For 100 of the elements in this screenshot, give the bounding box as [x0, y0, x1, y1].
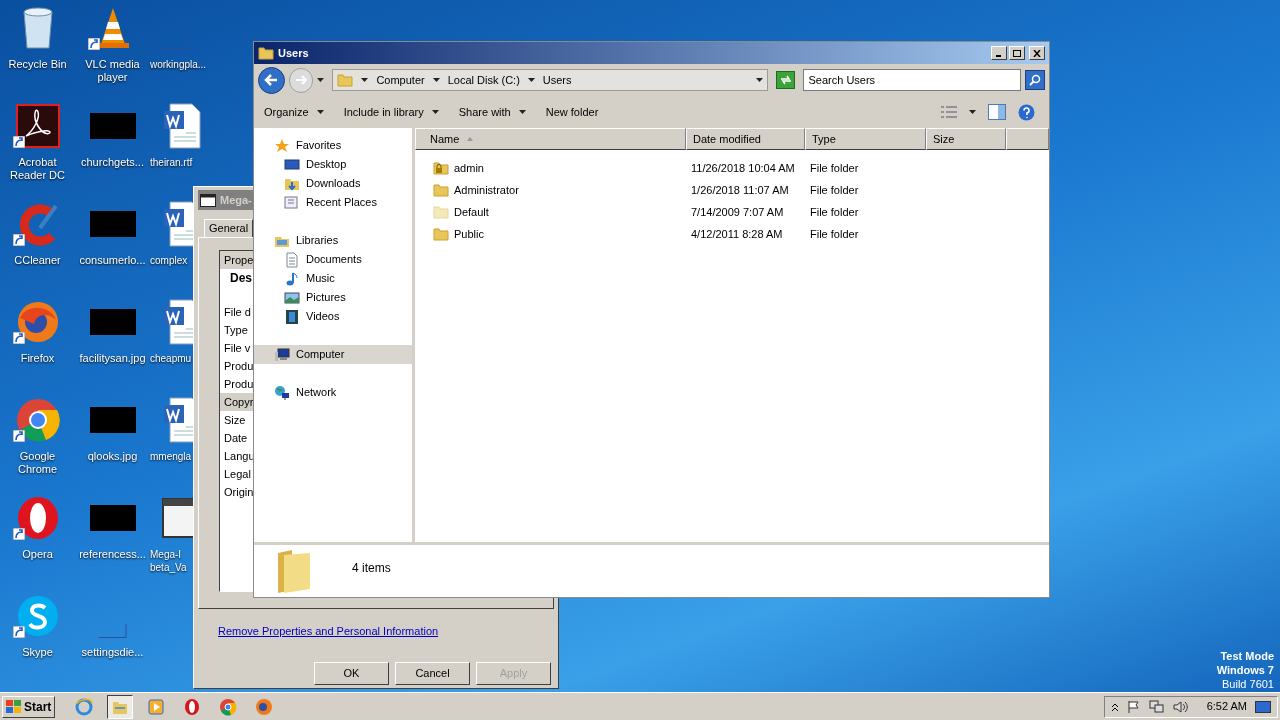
document-icon: [162, 103, 202, 149]
desktop-icon-label[interactable]: Recycle Bin: [8, 58, 67, 71]
network-icon[interactable]: [1148, 699, 1165, 714]
column-header[interactable]: Size: [926, 128, 1006, 150]
property-row[interactable]: File v: [220, 339, 254, 357]
nav-item[interactable]: Favorites: [254, 136, 412, 155]
property-row[interactable]: Produ: [220, 375, 254, 393]
desktop-icon-label[interactable]: Acrobat Reader DC: [1, 156, 74, 182]
remove-properties-link[interactable]: Remove Properties and Personal Information: [218, 623, 554, 640]
column-header[interactable]: Date modified: [686, 128, 805, 150]
desktop-icon-label[interactable]: mmengla: [150, 450, 190, 463]
desktop-icon-label[interactable]: consumerlo...: [79, 254, 146, 267]
image-thumbnail-icon: [89, 309, 136, 335]
nav-item[interactable]: Libraries: [254, 231, 412, 250]
nav-item[interactable]: Music: [254, 269, 412, 288]
nav-item[interactable]: Documents: [254, 250, 412, 269]
music-icon: [284, 270, 300, 287]
column-header[interactable]: Name: [415, 128, 686, 150]
chevron-up-icon[interactable]: [1110, 701, 1119, 712]
nav-item[interactable]: Desktop: [254, 155, 412, 174]
desktop-icon-label[interactable]: churchgets...: [81, 156, 144, 169]
volume-icon[interactable]: [1172, 699, 1189, 714]
flag-icon[interactable]: [1126, 699, 1141, 714]
file-row[interactable]: Default 7/14/2009 7:07 AM File folder: [415, 201, 1049, 223]
start-button[interactable]: Start: [2, 695, 56, 718]
breadcrumb-item[interactable]: Users: [542, 71, 572, 89]
desktop-icon-label[interactable]: Google Chrome: [1, 450, 74, 476]
folder-icon: [433, 182, 449, 198]
desktop-icon-label[interactable]: Opera: [22, 548, 53, 561]
item-count: 4 items: [352, 560, 391, 577]
property-row[interactable]: Produ: [220, 357, 254, 375]
opera-icon: [183, 697, 202, 716]
nav-item[interactable]: Videos: [254, 307, 412, 326]
file-row[interactable]: Administrator 1/26/2018 11:07 AM File folder: [415, 179, 1049, 201]
desktop-icon-label[interactable]: cheapmu: [150, 352, 190, 365]
nav-item[interactable]: Pictures: [254, 288, 412, 307]
tab[interactable]: General: [204, 219, 254, 237]
dialog-button[interactable]: OK: [314, 661, 389, 685]
toolbar-button[interactable]: Share with: [458, 103, 526, 121]
desktop-icon-label[interactable]: complex: [150, 254, 188, 267]
pictures-icon: [284, 289, 300, 306]
clock[interactable]: 6:52 AM: [1206, 698, 1247, 715]
nav-item[interactable]: Recent Places: [254, 193, 412, 212]
show-desktop-icon[interactable]: [1255, 700, 1271, 713]
desktop-icon-label[interactable]: Firefox: [20, 352, 55, 365]
search-field[interactable]: Search Users: [803, 69, 1022, 91]
firefox-icon: [15, 300, 60, 344]
property-row[interactable]: Copyr: [220, 393, 254, 411]
dialog-button[interactable]: Cancel: [395, 661, 470, 685]
type-cell-text: File folder: [809, 226, 860, 242]
desktop-icon-label[interactable]: CCleaner: [14, 254, 61, 267]
nav-item[interactable]: Computer: [254, 345, 412, 364]
folder-icon: [276, 549, 312, 593]
desktop-icon-label[interactable]: VLC media player: [76, 58, 149, 84]
image-thumbnail-icon: [89, 505, 136, 531]
back-button[interactable]: [258, 66, 285, 94]
help-icon[interactable]: [1018, 103, 1035, 121]
firefox-icon: [255, 697, 274, 716]
desktop-icon-label[interactable]: qlooks.jpg: [87, 450, 138, 463]
property-row[interactable]: File d: [220, 303, 254, 321]
breadcrumb-item[interactable]: Local Disk (C:): [447, 71, 520, 89]
date-cell-text: 4/12/2011 8:28 AM: [690, 226, 784, 242]
breadcrumb-item[interactable]: Computer: [376, 71, 425, 89]
desktop-icon-label[interactable]: settingsdie...: [81, 646, 144, 659]
property-row[interactable]: Date: [220, 429, 254, 447]
search-button[interactable]: [1025, 70, 1045, 90]
test-mode-text: Windows 7: [1216, 663, 1274, 677]
refresh-button[interactable]: [775, 71, 796, 89]
toolbar-button[interactable]: Organize: [264, 103, 324, 121]
property-row[interactable]: Legal: [220, 465, 254, 483]
toolbar-button[interactable]: New folder: [545, 103, 599, 121]
preview-pane-icon[interactable]: [988, 104, 1006, 120]
desktop-icon-label[interactable]: Skype: [22, 646, 53, 659]
desktop-icon-label[interactable]: facilitysan.jpg: [79, 352, 146, 365]
nav-item[interactable]: Network: [254, 383, 412, 402]
minimize-button[interactable]: [991, 46, 1007, 60]
window-icon: [200, 193, 216, 207]
property-row[interactable]: Origin: [220, 483, 254, 501]
media-icon: [147, 697, 166, 716]
toolbar-button[interactable]: Include in library: [343, 103, 439, 121]
property-row[interactable]: Type: [220, 321, 254, 339]
file-name: Public: [454, 226, 484, 242]
desktop-icon-label[interactable]: referencess...: [79, 548, 146, 561]
column-header[interactable]: Prope: [220, 251, 254, 269]
desktop-icon-label[interactable]: Mega-I beta_Va: [150, 548, 190, 574]
videos-icon: [284, 308, 300, 325]
taskbar-button[interactable]: [107, 694, 134, 719]
acrobat-icon: [15, 104, 60, 148]
address-bar[interactable]: Computer Local Disk (C:) Users: [332, 69, 768, 91]
close-button[interactable]: [1029, 46, 1045, 60]
file-row[interactable]: admin 11/26/2018 10:04 AM File folder: [415, 157, 1049, 179]
group-header: Des: [229, 270, 250, 287]
property-row[interactable]: Size: [220, 411, 254, 429]
file-row[interactable]: Public 4/12/2011 8:28 AM File folder: [415, 223, 1049, 245]
desktop-icon-label[interactable]: theiran.rtf: [150, 156, 193, 169]
desktop-icon-label[interactable]: workingpla...: [150, 58, 207, 71]
window-title: Mega-: [220, 192, 252, 208]
column-header[interactable]: Type: [805, 128, 926, 150]
maximize-button[interactable]: [1009, 46, 1025, 60]
nav-item[interactable]: Downloads: [254, 174, 412, 193]
